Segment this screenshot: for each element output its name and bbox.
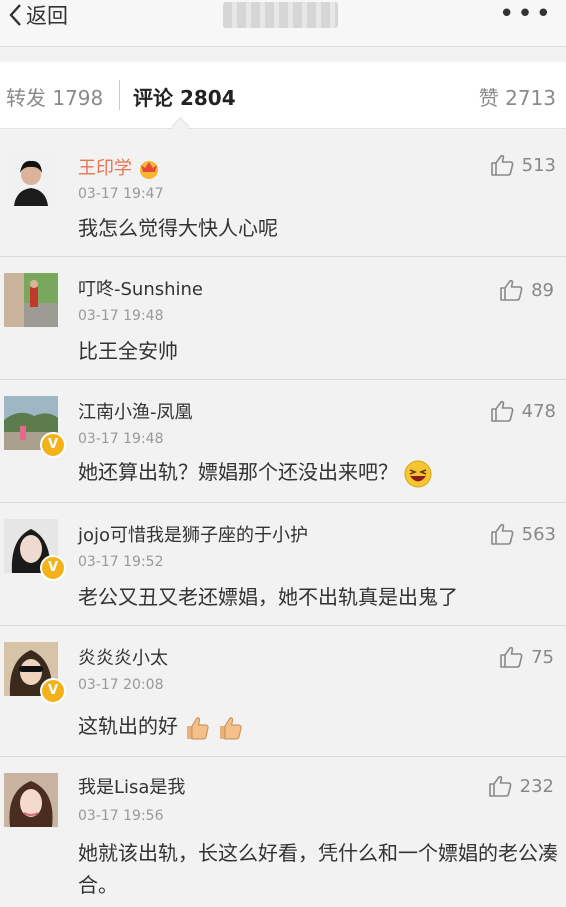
like-button[interactable]: 75 [499, 646, 554, 668]
comment-text: 她就该出轨，长这么好看，凭什么和一个嫖娼的老公凑合。 [78, 841, 558, 897]
comment-author[interactable]: 江南小渔-凤凰 [78, 398, 193, 424]
crown-icon [139, 161, 158, 179]
comment-item[interactable]: V jojo可惜我是狮子座的于小护 03-17 19:52 老公又丑又老还嫖娼，… [0, 503, 566, 626]
comment-list: 王印学 03-17 19:47 我怎么觉得大快人心呢 513 叮咚-Sunshi… [0, 134, 566, 907]
thumbs-up-icon [490, 400, 514, 422]
comment-time: 03-17 19:48 [78, 431, 164, 447]
like-count: 232 [519, 775, 554, 797]
like-count: 75 [531, 646, 554, 668]
avatar[interactable] [4, 152, 58, 206]
tab-repost[interactable]: 转发 1798 [6, 82, 103, 111]
thumbs-up-icon [500, 279, 523, 301]
comment-item[interactable]: 我是Lisa是我 03-17 19:56 她就该出轨，长这么好看，凭什么和一个嫖… [0, 757, 566, 907]
thumbs-up-icon [500, 646, 523, 668]
laughing-emoji-icon [404, 460, 432, 487]
like-button[interactable]: 89 [499, 279, 554, 301]
avatar[interactable] [4, 273, 58, 327]
comment-text: 比王全安帅 [78, 339, 178, 363]
like-button[interactable]: 563 [490, 523, 556, 545]
thumbs-up-icon [488, 775, 512, 797]
thumbs-up-emoji-icon [187, 716, 209, 739]
thumbs-up-icon [490, 154, 514, 176]
thumbs-up-icon [490, 523, 514, 545]
comment-time: 03-17 19:56 [78, 808, 164, 824]
comment-author[interactable]: 炎炎炎小太 [78, 644, 168, 670]
like-button[interactable]: 513 [490, 154, 556, 176]
comment-author[interactable]: 叮咚-Sunshine [78, 275, 203, 301]
comment-text: 老公又丑又老还嫖娼，她不出轨真是出鬼了 [78, 585, 458, 609]
comment-text: 她还算出轨？嫖娼那个还没出来吧？ [78, 456, 558, 488]
thumbs-up-emoji-icon [219, 716, 242, 739]
back-label: 返回 [26, 4, 68, 28]
like-count: 513 [521, 154, 556, 176]
more-dots-icon[interactable]: ••• [499, 0, 554, 29]
chevron-left-icon [9, 4, 21, 26]
like-count: 478 [521, 400, 556, 422]
verified-badge-icon: V [40, 555, 66, 581]
comment-item[interactable]: V 江南小渔-凤凰 03-17 19:48 她还算出轨？嫖娼那个还没出来吧？ 4… [0, 380, 566, 503]
verified-badge-icon: V [40, 678, 66, 704]
comment-time: 03-17 20:08 [78, 677, 164, 693]
avatar[interactable] [4, 773, 58, 827]
comment-text: 我怎么觉得大快人心呢 [78, 216, 278, 240]
comment-item[interactable]: 王印学 03-17 19:47 我怎么觉得大快人心呢 513 [0, 134, 566, 257]
comment-text: 这轨出的好 [78, 710, 558, 742]
blurred-title [223, 2, 338, 28]
comment-time: 03-17 19:47 [78, 186, 164, 202]
tab-comment[interactable]: 评论 2804 [133, 82, 236, 111]
comment-item[interactable]: 叮咚-Sunshine 03-17 19:48 比王全安帅 89 [0, 257, 566, 380]
verified-badge-icon: V [40, 432, 66, 458]
comment-time: 03-17 19:52 [78, 554, 164, 570]
comment-time: 03-17 19:48 [78, 308, 164, 324]
navigation-bar: 返回 ••• [0, 0, 566, 47]
like-count: 89 [531, 279, 554, 301]
comment-author[interactable]: jojo可惜我是狮子座的于小护 [78, 521, 308, 547]
comment-item[interactable]: V 炎炎炎小太 03-17 20:08 这轨出的好 75 [0, 626, 566, 757]
comment-author[interactable]: 我是Lisa是我 [78, 773, 185, 799]
tab-like[interactable]: 赞 2713 [479, 82, 556, 111]
tab-bar: 转发 1798 评论 2804 赞 2713 [0, 62, 566, 129]
tab-divider [119, 80, 120, 110]
like-button[interactable]: 232 [488, 775, 554, 797]
like-button[interactable]: 478 [490, 400, 556, 422]
like-count: 563 [521, 523, 556, 545]
comment-author[interactable]: 王印学 [78, 154, 160, 180]
back-button[interactable]: 返回 [8, 0, 68, 30]
